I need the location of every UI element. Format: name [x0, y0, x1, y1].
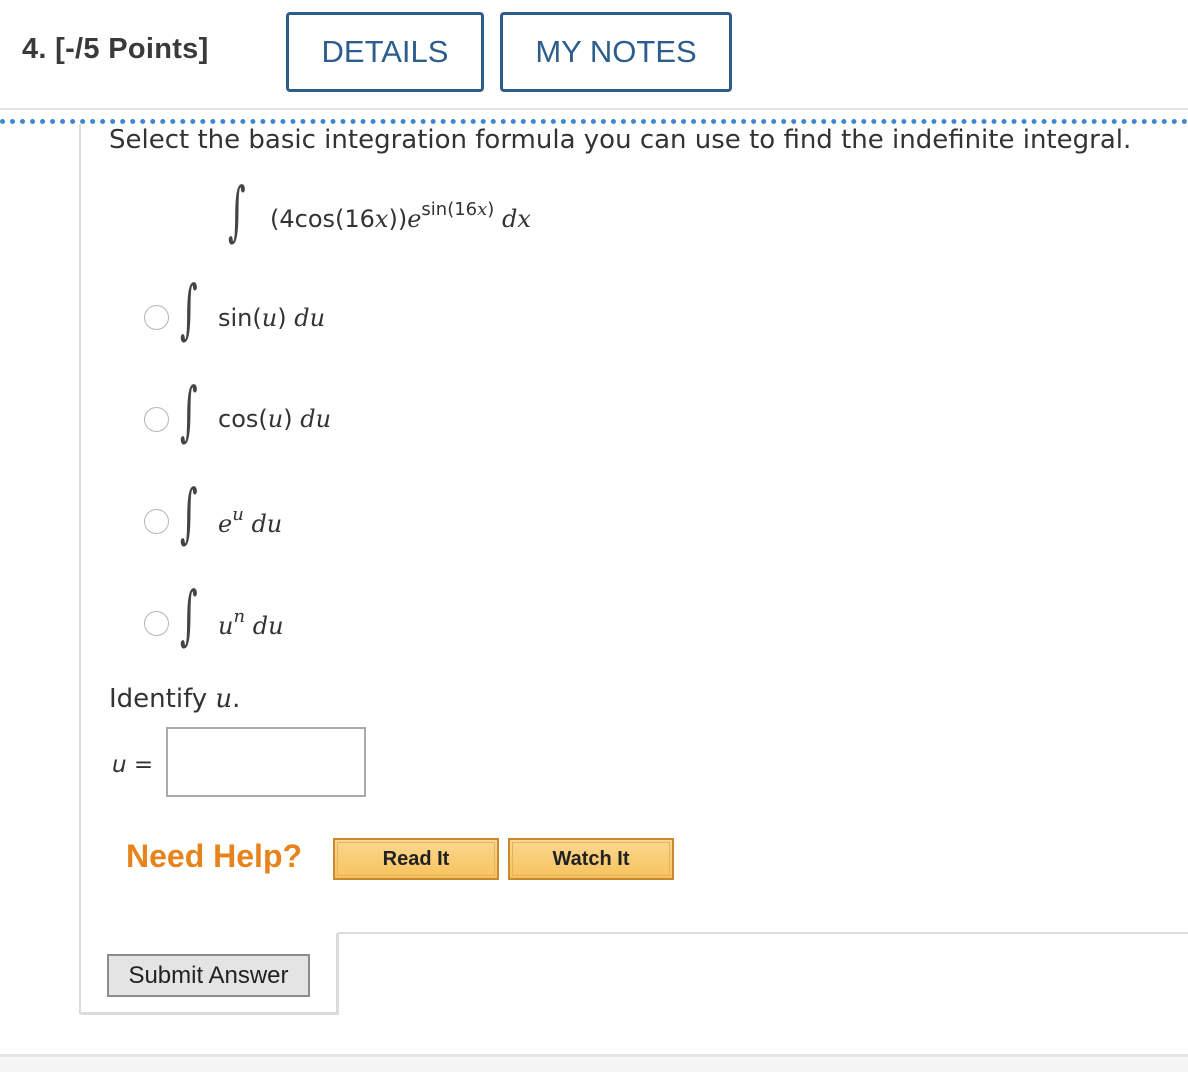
- integral-sign-icon: ∫: [180, 374, 198, 451]
- question-box-border: [336, 933, 339, 1015]
- watch-it-button[interactable]: Watch It: [508, 838, 674, 880]
- integral-sign-icon: ∫: [180, 578, 198, 655]
- question-prompt: Select the basic integration formula you…: [109, 125, 1132, 155]
- question-box-border: [338, 932, 1188, 934]
- option-expression-4: un du: [218, 606, 284, 640]
- option-radio-1[interactable]: [144, 305, 169, 330]
- option-expression-2: cos(u) du: [218, 405, 332, 433]
- need-help-label: Need Help?: [126, 838, 303, 874]
- option-expression-3: eu du: [218, 504, 283, 538]
- question-number-points: 4. [-/5 Points]: [22, 33, 209, 65]
- dotted-divider: [0, 119, 1188, 124]
- my-notes-button[interactable]: MY NOTES: [500, 12, 732, 92]
- u-input-label: u =: [112, 752, 154, 778]
- option-radio-3[interactable]: [144, 509, 169, 534]
- divider: [0, 108, 1188, 110]
- details-button[interactable]: DETAILS: [286, 12, 484, 92]
- integral-expression: (4cos(16x))esin(16x) dx: [270, 199, 531, 233]
- submit-answer-button[interactable]: Submit Answer: [107, 954, 310, 997]
- footer: [0, 1057, 1188, 1072]
- option-radio-2[interactable]: [144, 407, 169, 432]
- integral-sign-icon: ∫: [180, 272, 198, 349]
- question-box-border: [79, 1012, 338, 1015]
- identify-prompt: Identify u.: [109, 684, 241, 714]
- integral-sign-icon: ∫: [180, 476, 198, 553]
- read-it-button[interactable]: Read It: [333, 838, 499, 880]
- integral-sign-icon: ∫: [228, 174, 246, 251]
- question-box-border: [79, 124, 81, 1014]
- option-radio-4[interactable]: [144, 611, 169, 636]
- option-expression-1: sin(u) du: [218, 304, 326, 332]
- u-answer-input[interactable]: [166, 727, 366, 797]
